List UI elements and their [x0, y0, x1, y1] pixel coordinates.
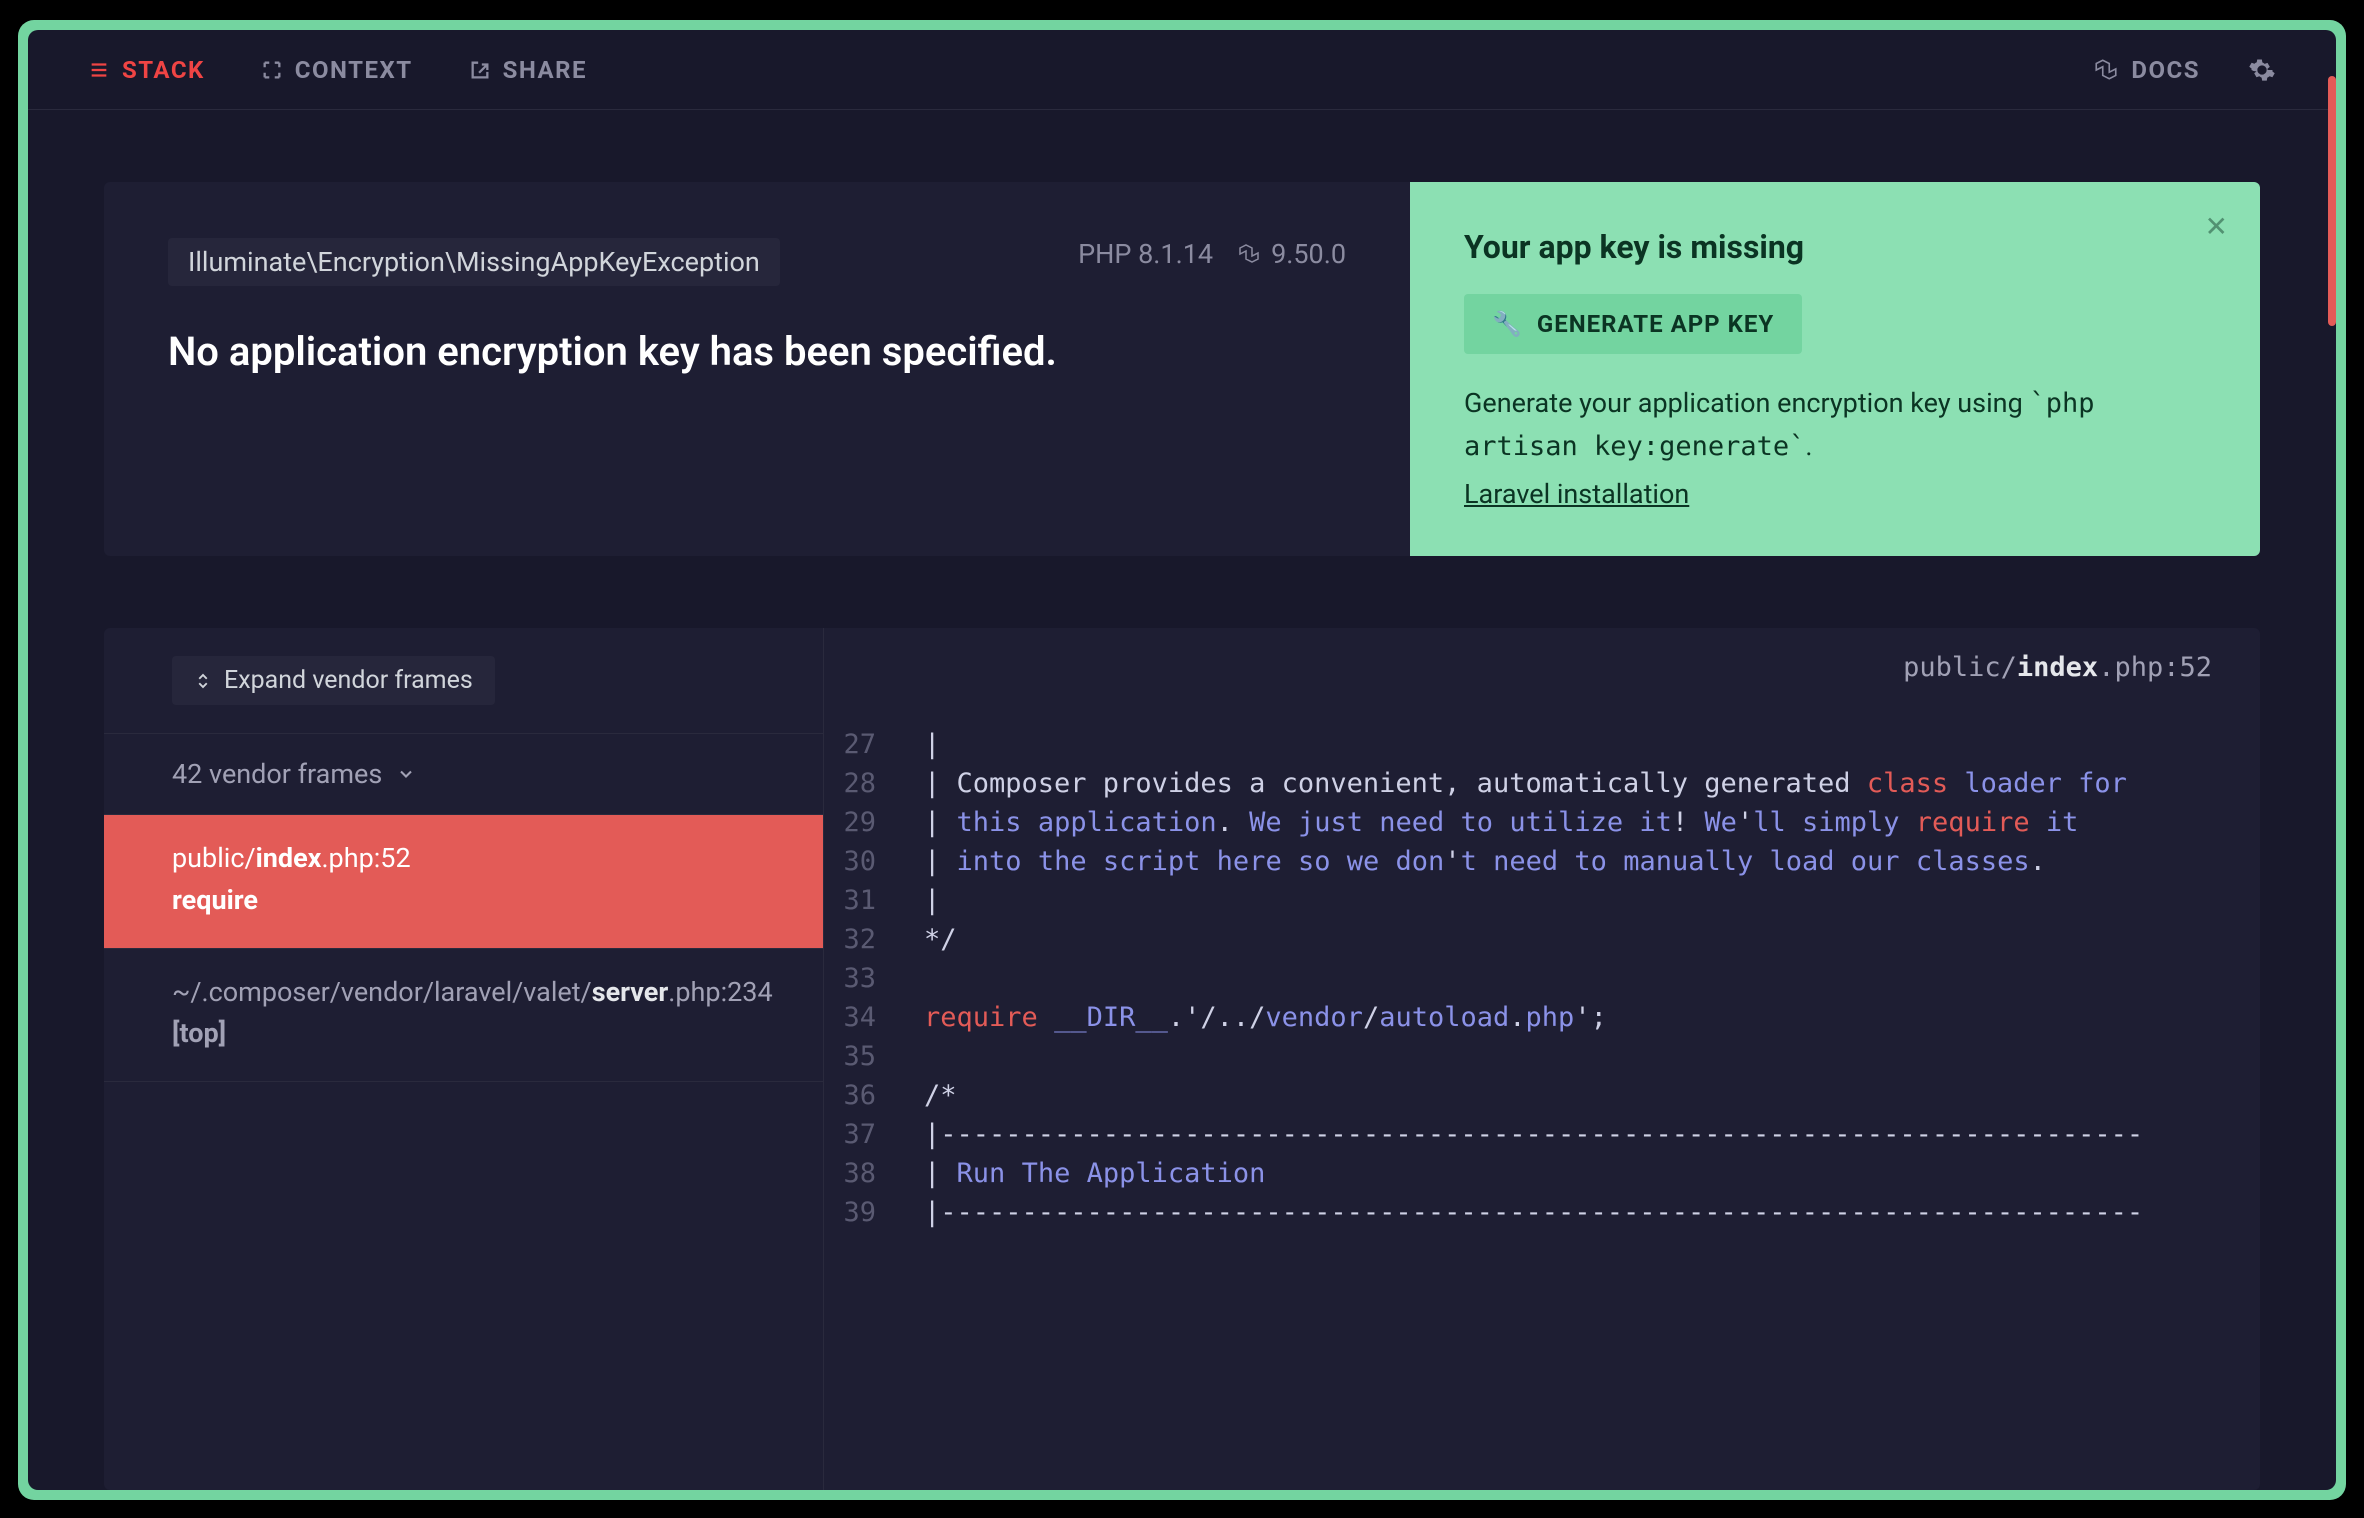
laravel-install-link[interactable]: Laravel installation: [1464, 478, 1689, 510]
chevron-updown-icon: [194, 672, 212, 690]
docs-link[interactable]: DOCS: [2093, 56, 2200, 84]
code-line: 38| Run The Application: [824, 1154, 2260, 1193]
tab-stack-label: STACK: [122, 56, 205, 84]
code-line: 33: [824, 959, 2260, 998]
scroll-indicator[interactable]: [2328, 76, 2336, 326]
topbar: STACK CONTEXT SHARE DOCS: [28, 30, 2336, 110]
vendor-frames-label: 42 vendor frames: [172, 758, 382, 790]
laravel-icon: [2093, 57, 2119, 83]
close-icon[interactable]: ✕: [2205, 210, 2228, 243]
solution-panel: ✕ Your app key is missing 🔧 GENERATE APP…: [1410, 182, 2260, 556]
expand-vendor-button[interactable]: Expand vendor frames: [172, 656, 495, 705]
chevron-down-icon: [396, 764, 416, 784]
tab-share-label: SHARE: [503, 56, 587, 84]
tab-context[interactable]: CONTEXT: [261, 56, 413, 84]
exception-class: Illuminate\Encryption\MissingAppKeyExcep…: [168, 238, 780, 286]
laravel-icon: [1237, 242, 1261, 266]
solution-title: Your app key is missing: [1464, 228, 2206, 266]
code-line: 39|-------------------------------------…: [824, 1193, 2260, 1232]
tab-stack[interactable]: STACK: [88, 56, 205, 84]
vendor-frames-toggle[interactable]: 42 vendor frames: [104, 733, 823, 815]
code-line: 30| into the script here so we don't nee…: [824, 842, 2260, 881]
gear-icon[interactable]: [2248, 56, 2276, 84]
stack-frame[interactable]: public/index.php:52require: [104, 815, 823, 948]
code-line: 29| this application. We just need to ut…: [824, 803, 2260, 842]
code-file-path: public/index.php:52: [824, 628, 2260, 707]
code-line: 36/*: [824, 1076, 2260, 1115]
share-icon: [469, 59, 491, 81]
error-header: PHP 8.1.14 9.50.0 Illuminate\Encryption\…: [104, 182, 2260, 556]
code-line: 31|: [824, 881, 2260, 920]
wrench-icon: 🔧: [1492, 310, 1523, 338]
generate-key-button[interactable]: 🔧 GENERATE APP KEY: [1464, 294, 1802, 354]
code-panel: public/index.php:52 27|28| Composer prov…: [824, 628, 2260, 1490]
generate-key-label: GENERATE APP KEY: [1537, 310, 1774, 338]
code-line: 37|-------------------------------------…: [824, 1115, 2260, 1154]
error-message: No application encryption key has been s…: [168, 328, 1346, 375]
code-line: 34require __DIR__.'/../vendor/autoload.p…: [824, 998, 2260, 1037]
code-line: 35: [824, 1037, 2260, 1076]
tab-context-label: CONTEXT: [295, 56, 413, 84]
expand-vendor-label: Expand vendor frames: [224, 666, 473, 695]
stack-frame[interactable]: ~/.composer/vendor/laravel/valet/server.…: [104, 949, 823, 1082]
php-version: PHP 8.1.14: [1078, 238, 1213, 270]
laravel-version: 9.50.0: [1271, 238, 1346, 270]
code-line: 32*/: [824, 920, 2260, 959]
code-line: 28| Composer provides a convenient, auto…: [824, 764, 2260, 803]
frames-sidebar: Expand vendor frames 42 vendor frames pu…: [104, 628, 824, 1490]
expand-icon: [261, 59, 283, 81]
docs-label: DOCS: [2131, 56, 2200, 84]
solution-description: Generate your application encryption key…: [1464, 382, 2206, 468]
code-line: 27|: [824, 725, 2260, 764]
stack-icon: [88, 59, 110, 81]
tab-share[interactable]: SHARE: [469, 56, 587, 84]
